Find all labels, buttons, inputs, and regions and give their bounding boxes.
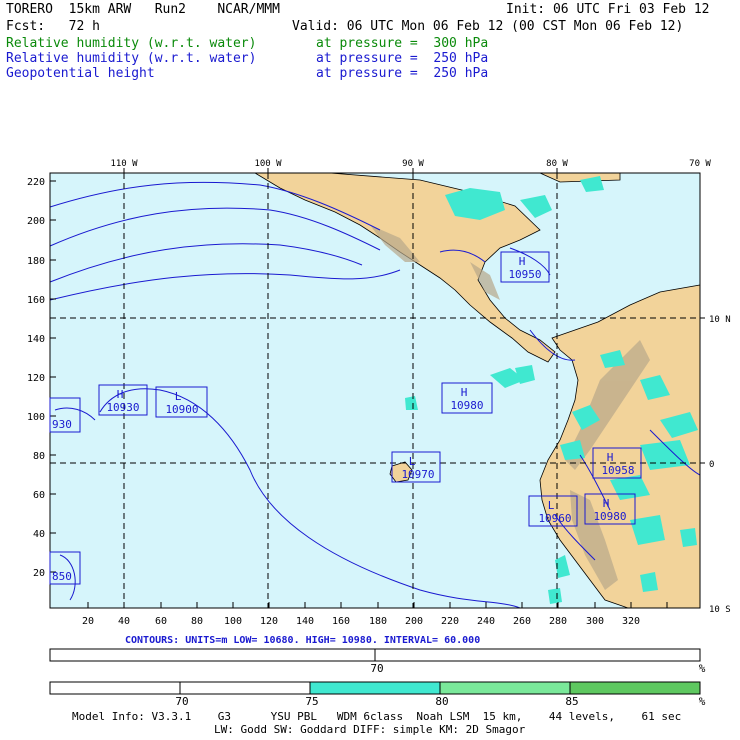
lat-label-10n: 10 N (709, 315, 731, 325)
weather-map: 110 W 100 W 90 W 80 W 70 W 10 N 0 10 S 2… (27, 159, 731, 708)
legend-bar-2-seg-2 (179, 681, 311, 695)
x-tick-160: 160 (332, 616, 350, 627)
legend-bar-2-seg-1 (49, 681, 181, 695)
x-tick-140: 140 (296, 616, 314, 627)
x-tick-240: 240 (477, 616, 495, 627)
y-tick-220: 220 (27, 177, 45, 188)
lat-label-0: 0 (709, 460, 714, 470)
x-tick-280: 280 (549, 616, 567, 627)
y-tick-140: 140 (27, 334, 45, 345)
x-tick-100: 100 (224, 616, 242, 627)
lat-labels: 10 N 0 10 S (709, 315, 731, 615)
lon-label-110w: 110 W (110, 159, 138, 169)
legend-bar-2-seg-3 (309, 681, 441, 695)
y-tick-80: 80 (33, 451, 45, 462)
legend-bar-2 (49, 681, 701, 695)
x-tick-200: 200 (405, 616, 423, 627)
legend-bar-2-tick-70: 70 (175, 695, 188, 708)
center-8-type: H (603, 497, 610, 510)
y-tick-120: 120 (27, 373, 45, 384)
x-tick-180: 180 (369, 616, 387, 627)
y-tick-40: 40 (33, 529, 45, 540)
x-tick-40: 40 (118, 616, 130, 627)
center-2-value: 10930 (106, 401, 139, 414)
legend-bar-1-unit: % (699, 662, 706, 675)
lon-label-100w: 100 W (254, 159, 282, 169)
legend-bar-2-seg-5 (569, 681, 701, 695)
lon-label-70w: 70 W (689, 159, 711, 169)
y-tick-200: 200 (27, 216, 45, 227)
x-tick-labels: 20 40 60 80 100 120 140 160 180 200 220 … (82, 616, 640, 627)
center-1-value: 10950 (508, 268, 541, 281)
legend-bar-2-seg-4 (439, 681, 571, 695)
y-tick-60: 60 (33, 490, 45, 501)
y-tick-labels: 220 200 180 160 140 120 100 80 60 40 20 (27, 177, 45, 579)
lon-label-90w: 90 W (402, 159, 424, 169)
legend-bar-1-tick: 70 (370, 662, 383, 675)
edge-label-930: 930 (52, 418, 72, 431)
model-info-line-2: LW: Godd SW: Goddard DIFF: simple KM: 2D… (214, 723, 526, 736)
x-tick-60: 60 (155, 616, 167, 627)
y-tick-20: 20 (33, 568, 45, 579)
legend-bar-2-tick-80: 80 (435, 695, 448, 708)
legend-bar-2-tick-75: 75 (305, 695, 318, 708)
x-tick-320: 320 (622, 616, 640, 627)
center-1-type: H (519, 255, 526, 268)
center-5-value: 10970 (401, 468, 434, 481)
center-4-type: H (461, 386, 468, 399)
x-tick-260: 260 (513, 616, 531, 627)
center-4-value: 10980 (450, 399, 483, 412)
center-8-value: 10980 (593, 510, 626, 523)
center-3-value: 10900 (165, 403, 198, 416)
lat-label-10s: 10 S (709, 605, 731, 615)
center-3-type: L (175, 390, 182, 403)
y-tick-160: 160 (27, 295, 45, 306)
x-tick-220: 220 (441, 616, 459, 627)
center-2-type: H (117, 388, 124, 401)
y-tick-100: 100 (27, 412, 45, 423)
edge-label-850: 850 (52, 570, 72, 583)
x-tick-20: 20 (82, 616, 94, 627)
legend-bar-2-unit: % (699, 695, 706, 708)
center-6-value: 10958 (601, 464, 634, 477)
model-info-line-1: Model Info: V3.3.1 G3 YSU PBL WDM 6class… (72, 710, 682, 723)
center-5-type: L (409, 455, 416, 468)
y-tick-180: 180 (27, 256, 45, 267)
x-tick-80: 80 (191, 616, 203, 627)
lon-labels: 110 W 100 W 90 W 80 W 70 W (110, 159, 711, 169)
center-7-value: 10960 (538, 512, 571, 525)
x-tick-120: 120 (260, 616, 278, 627)
legend-bar-2-ticks: 70 75 80 85 % (175, 695, 705, 708)
center-7-type: L (548, 499, 555, 512)
legend-bar-2-tick-85: 85 (565, 695, 578, 708)
lon-label-80w: 80 W (546, 159, 568, 169)
center-6-type: H (607, 451, 614, 464)
x-tick-300: 300 (586, 616, 604, 627)
contour-info: CONTOURS: UNITS=m LOW= 10680. HIGH= 1098… (125, 635, 480, 646)
